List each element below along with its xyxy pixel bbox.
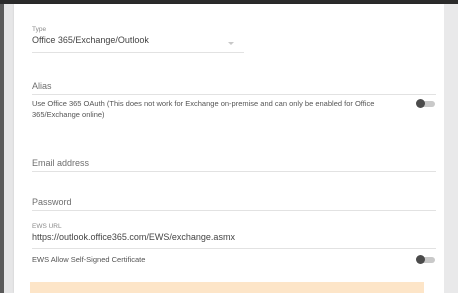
ews-url-field[interactable]: EWS URL https://outlook.office365.com/EW… [32, 223, 235, 243]
alias-underline [32, 94, 436, 95]
email-underline [32, 171, 436, 172]
toggle-thumb [416, 99, 425, 108]
right-background-strip [444, 4, 458, 293]
warning-banner [30, 282, 424, 293]
ews-url-input[interactable]: https://outlook.office365.com/EWS/exchan… [32, 231, 235, 243]
self-signed-option-row: EWS Allow Self-Signed Certificate [32, 254, 145, 265]
type-select-underline [32, 52, 244, 53]
ews-url-label: EWS URL [32, 223, 62, 230]
chevron-down-icon[interactable] [228, 42, 234, 45]
password-field[interactable]: Password [32, 196, 72, 208]
type-select-field[interactable]: Type Office 365/Exchange/Outlook [32, 26, 149, 46]
oauth-option-row: Use Office 365 OAuth (This does not work… [32, 98, 402, 120]
account-settings-card: Type Office 365/Exchange/Outlook Alias U… [14, 4, 444, 293]
email-field[interactable]: Email address [32, 157, 89, 169]
email-input[interactable]: Email address [32, 157, 89, 169]
oauth-toggle-label: Use Office 365 OAuth (This does not work… [32, 99, 375, 119]
toggle-thumb [416, 255, 425, 264]
type-label: Type [32, 26, 47, 33]
ews-url-underline [32, 248, 436, 249]
alias-input[interactable]: Alias [32, 80, 52, 92]
self-signed-toggle-label: EWS Allow Self-Signed Certificate [32, 255, 146, 264]
oauth-toggle[interactable] [416, 98, 436, 109]
left-background-strip [4, 4, 14, 293]
alias-field[interactable]: Alias [32, 80, 52, 92]
password-underline [32, 210, 436, 211]
self-signed-toggle[interactable] [416, 254, 436, 265]
type-select-value[interactable]: Office 365/Exchange/Outlook [32, 34, 149, 46]
password-input[interactable]: Password [32, 196, 72, 208]
